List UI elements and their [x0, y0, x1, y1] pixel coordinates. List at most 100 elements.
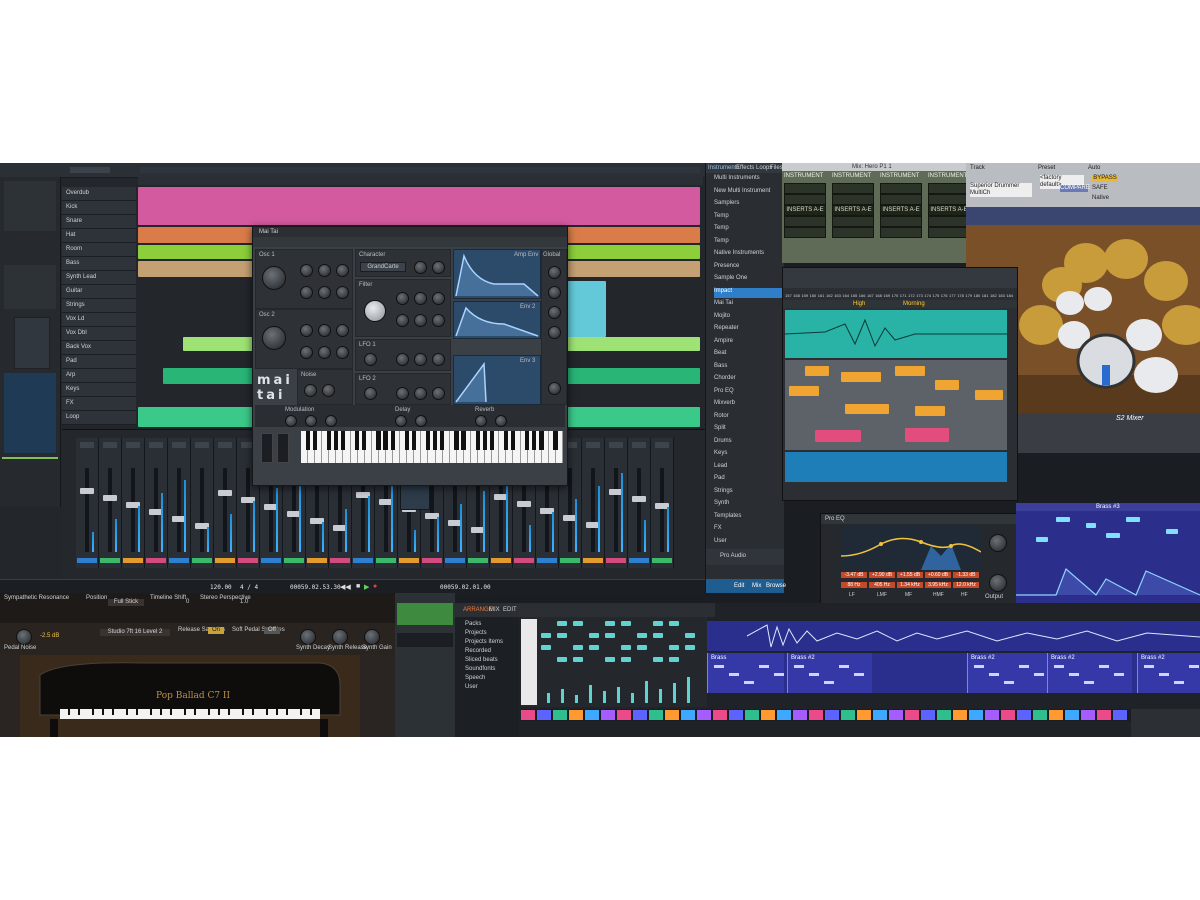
bitwig-track-cell[interactable] — [825, 710, 839, 720]
eq-band-freq[interactable]: 12.0 kHz — [953, 582, 979, 588]
bitwig-track-cell[interactable] — [665, 710, 679, 720]
browser-item[interactable]: Native Instruments — [714, 250, 782, 260]
piano-roll-note[interactable] — [1086, 523, 1096, 528]
bitwig-track-cell[interactable] — [889, 710, 903, 720]
pan-control[interactable] — [586, 442, 600, 448]
protools-slot[interactable]: INSERTS A-E — [928, 205, 970, 216]
protools-slot[interactable]: INSERTS A-E — [784, 205, 826, 216]
editor-ruler[interactable]: 157 158 159 160 161 162 163 164 165 166 167 168 169 1… — [783, 290, 1017, 300]
bitwig-track-cell[interactable] — [1033, 710, 1047, 720]
fader-cap[interactable] — [632, 496, 646, 502]
browser-item[interactable]: Mai Tai — [714, 300, 782, 310]
osc2-knob-3[interactable] — [318, 324, 331, 337]
pan-control[interactable] — [655, 442, 669, 448]
protools-slot[interactable]: INSERTS A-E — [880, 205, 922, 216]
osc1-knob-2[interactable] — [300, 264, 313, 277]
browser-item[interactable]: Mixverb — [714, 400, 782, 410]
track-header[interactable]: Bass — [62, 257, 136, 271]
bitwig-track-cell[interactable] — [841, 710, 855, 720]
fader-cap[interactable] — [218, 490, 232, 496]
bitwig-midi-note[interactable] — [541, 645, 551, 650]
track-header[interactable]: Strings — [62, 299, 136, 313]
timeline-ruler[interactable] — [140, 167, 700, 173]
editor-midi-lane[interactable] — [785, 360, 1007, 450]
transport-controls[interactable]: ◀◀ ■ ▶ ● — [340, 583, 386, 591]
midi-clip-pink[interactable] — [815, 430, 861, 442]
global-volume-knob[interactable] — [548, 382, 561, 395]
bitwig-browser-item[interactable]: Soundfonts — [465, 666, 495, 673]
browser-item[interactable]: Presence — [714, 263, 782, 273]
bitwig-tab-edit[interactable]: EDIT — [503, 607, 517, 614]
black-key[interactable] — [312, 431, 317, 450]
character-amount-knob[interactable] — [432, 261, 445, 274]
eq-band-freq[interactable]: 3.95 kHz — [925, 582, 951, 588]
fader-cap[interactable] — [103, 495, 117, 501]
fx-knob-4[interactable] — [395, 415, 407, 427]
lfo1-knob-3[interactable] — [414, 353, 427, 366]
env3-panel[interactable]: Env 3 — [453, 355, 541, 405]
black-key[interactable] — [510, 431, 516, 450]
track-header[interactable]: Guitar — [62, 285, 136, 299]
amp-env-panel[interactable]: Amp Env — [453, 249, 541, 299]
bitwig-midi-note[interactable] — [669, 645, 679, 650]
black-key[interactable] — [390, 431, 395, 450]
black-key[interactable] — [305, 431, 310, 450]
black-key[interactable] — [355, 431, 360, 450]
protools-slot[interactable] — [928, 183, 970, 194]
browser-item[interactable]: Lead — [714, 463, 782, 473]
bitwig-midi-note[interactable] — [621, 645, 631, 650]
marker-morning[interactable]: Morning — [903, 301, 925, 308]
bitwig-clip[interactable]: Brass — [707, 653, 784, 693]
piano-roll-note[interactable] — [1126, 517, 1140, 522]
bitwig-browser-item[interactable]: Speech — [465, 675, 485, 682]
black-key[interactable] — [532, 431, 537, 450]
bitwig-track-cell[interactable] — [777, 710, 791, 720]
protools-slot[interactable] — [880, 227, 922, 238]
global-knob-2[interactable] — [548, 286, 561, 299]
bitwig-midi-note[interactable] — [685, 645, 695, 650]
piano-stereo-value[interactable]: 1.0 — [240, 599, 248, 606]
midi-note-block[interactable] — [805, 366, 829, 376]
browser-item[interactable]: Sample One — [714, 275, 782, 285]
track-header[interactable]: Synth Lead — [62, 271, 136, 285]
track-header[interactable]: FX — [62, 397, 136, 411]
bitwig-track-cell[interactable] — [1097, 710, 1111, 720]
pan-control[interactable] — [609, 442, 623, 448]
track-header[interactable]: Room — [62, 243, 136, 257]
bitwig-clip[interactable]: Brass #2 — [1137, 653, 1200, 693]
bitwig-track-cell[interactable] — [1113, 710, 1127, 720]
protools-slot[interactable] — [784, 216, 826, 227]
bitwig-track-cell[interactable] — [873, 710, 887, 720]
view-mix-button[interactable]: Mix — [752, 583, 761, 590]
browser-item[interactable]: Temp — [714, 225, 782, 235]
synth-gain-knob[interactable] — [364, 629, 380, 645]
protools-slot[interactable] — [784, 183, 826, 194]
eq-output-knob[interactable] — [989, 574, 1007, 592]
bitwig-midi-note[interactable] — [653, 633, 663, 638]
osc2-knob-6[interactable] — [318, 346, 331, 359]
bitwig-track-cell[interactable] — [521, 710, 535, 720]
protools-slot[interactable] — [832, 227, 874, 238]
bitwig-midi-note[interactable] — [573, 657, 583, 662]
mod-wheel[interactable] — [277, 433, 289, 463]
global-knob-1[interactable] — [548, 266, 561, 279]
osc1-knob-5[interactable] — [300, 286, 313, 299]
eq-band-freq[interactable]: 1.34 kHz — [897, 582, 923, 588]
midi-clip-pink[interactable] — [905, 428, 949, 442]
fx-knob-6[interactable] — [475, 415, 487, 427]
eq-band-gain[interactable]: -3.47 dB — [841, 572, 867, 578]
view-browse-button[interactable]: Browse — [766, 583, 786, 590]
lfo1-knob-4[interactable] — [432, 353, 445, 366]
bitwig-track-cell[interactable] — [809, 710, 823, 720]
black-key[interactable] — [362, 431, 367, 450]
synth-decay-knob[interactable] — [300, 629, 316, 645]
piano-roll-note[interactable] — [1106, 533, 1120, 538]
track-header[interactable]: Arp — [62, 369, 136, 383]
bitwig-track-cell[interactable] — [729, 710, 743, 720]
filter-knob-2[interactable] — [396, 292, 409, 305]
bitwig-track-cell[interactable] — [985, 710, 999, 720]
piano-stick-select[interactable]: Full Stick — [108, 599, 144, 606]
plugin-tabbar[interactable] — [966, 207, 1200, 225]
track-header[interactable]: Hat — [62, 229, 136, 243]
black-key[interactable] — [341, 431, 346, 450]
